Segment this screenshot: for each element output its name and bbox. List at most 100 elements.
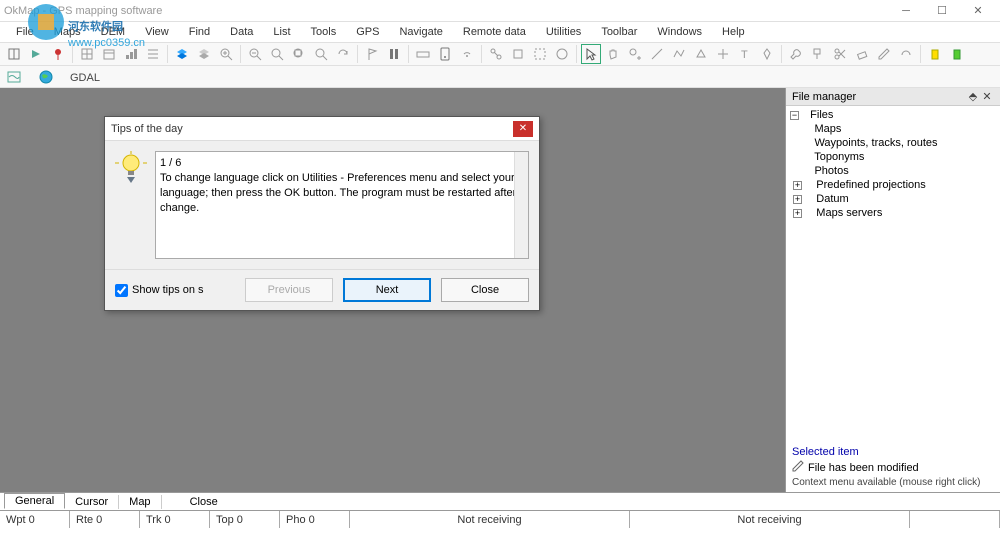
maximize-button[interactable]: ☐ bbox=[924, 1, 960, 21]
point-add-icon[interactable] bbox=[625, 44, 645, 64]
redo-icon[interactable] bbox=[896, 44, 916, 64]
zoom-out-icon[interactable] bbox=[245, 44, 265, 64]
menu-utilities[interactable]: Utilities bbox=[536, 24, 591, 40]
circle-icon[interactable] bbox=[552, 44, 572, 64]
show-tips-checkbox[interactable]: Show tips on s bbox=[115, 284, 204, 297]
gdal-icon[interactable]: GDAL bbox=[68, 68, 88, 86]
menu-gps[interactable]: GPS bbox=[346, 24, 389, 40]
box-icon[interactable] bbox=[508, 44, 528, 64]
menu-data[interactable]: Data bbox=[220, 24, 263, 40]
shape-icon[interactable] bbox=[691, 44, 711, 64]
menu-bar: File Maps DEM View Find Data List Tools … bbox=[0, 22, 1000, 42]
status-trk: Trk 0 bbox=[140, 511, 210, 528]
scrollbar[interactable] bbox=[514, 152, 528, 258]
status-empty bbox=[910, 511, 1000, 528]
file-manager-panel: File manager ⬘ ✕ − Files Maps Waypoints,… bbox=[785, 88, 1000, 492]
status-top: Top 0 bbox=[210, 511, 280, 528]
menu-file[interactable]: File bbox=[6, 24, 44, 40]
signal-icon[interactable] bbox=[457, 44, 477, 64]
status-receive-2: Not receiving bbox=[630, 511, 910, 528]
zoom-in-icon[interactable] bbox=[216, 44, 236, 64]
menu-list[interactable]: List bbox=[263, 24, 300, 40]
ruler-icon[interactable] bbox=[413, 44, 433, 64]
text-icon[interactable]: T bbox=[735, 44, 755, 64]
window-title: OkMap - GPS mapping software bbox=[4, 5, 888, 17]
pencil-icon[interactable] bbox=[874, 44, 894, 64]
tips-dialog: Tips of the day ✕ 1 / 6 To change langua… bbox=[104, 116, 540, 311]
next-button[interactable]: Next bbox=[343, 278, 431, 302]
file-tree[interactable]: − Files Maps Waypoints, tracks, routes T… bbox=[786, 106, 1000, 442]
refresh-icon[interactable] bbox=[333, 44, 353, 64]
line-icon[interactable] bbox=[647, 44, 667, 64]
cursor-icon[interactable] bbox=[581, 44, 601, 64]
dialog-close-icon[interactable]: ✕ bbox=[513, 121, 533, 137]
selected-file-line: File has been modified bbox=[792, 460, 994, 475]
tip-text-area: 1 / 6 To change language click on Utilit… bbox=[155, 151, 529, 259]
globe-icon[interactable] bbox=[36, 68, 56, 86]
calendar-icon[interactable] bbox=[99, 44, 119, 64]
previous-button: Previous bbox=[245, 278, 333, 302]
menu-help[interactable]: Help bbox=[712, 24, 755, 40]
selected-item-header: Selected item bbox=[792, 446, 994, 458]
menu-remote-data[interactable]: Remote data bbox=[453, 24, 536, 40]
panel-title: File manager bbox=[792, 91, 966, 103]
menu-find[interactable]: Find bbox=[179, 24, 220, 40]
toolbar-primary: T bbox=[0, 42, 1000, 66]
tab-close[interactable]: Close bbox=[180, 495, 228, 509]
context-hint: Context menu available (mouse right clic… bbox=[792, 477, 994, 488]
lightbulb-icon bbox=[115, 151, 147, 183]
menu-navigate[interactable]: Navigate bbox=[389, 24, 452, 40]
battery-green-icon[interactable] bbox=[947, 44, 967, 64]
menu-toolbar[interactable]: Toolbar bbox=[591, 24, 647, 40]
pin-icon[interactable]: ⬘ bbox=[966, 90, 980, 103]
tool-icon[interactable] bbox=[4, 44, 24, 64]
minimize-button[interactable]: ─ bbox=[888, 1, 924, 21]
scissors-icon[interactable] bbox=[830, 44, 850, 64]
move-icon[interactable] bbox=[713, 44, 733, 64]
eraser-icon[interactable] bbox=[852, 44, 872, 64]
marker-icon[interactable] bbox=[757, 44, 777, 64]
window-close-button[interactable]: ✕ bbox=[960, 1, 996, 21]
grid-icon[interactable] bbox=[77, 44, 97, 64]
svg-text:T: T bbox=[741, 49, 748, 61]
zoom-region-icon[interactable] bbox=[267, 44, 287, 64]
tab-map[interactable]: Map bbox=[119, 495, 161, 509]
columns-icon[interactable] bbox=[384, 44, 404, 64]
status-receive-1: Not receiving bbox=[350, 511, 630, 528]
hand-icon[interactable] bbox=[603, 44, 623, 64]
menu-view[interactable]: View bbox=[135, 24, 179, 40]
menu-tools[interactable]: Tools bbox=[301, 24, 347, 40]
battery-yellow-icon[interactable] bbox=[925, 44, 945, 64]
panel-close-icon[interactable]: ✕ bbox=[980, 90, 994, 103]
list-icon[interactable] bbox=[143, 44, 163, 64]
pin-icon[interactable] bbox=[48, 44, 68, 64]
menu-windows[interactable]: Windows bbox=[647, 24, 712, 40]
close-button[interactable]: Close bbox=[441, 278, 529, 302]
zoom-fit-icon[interactable] bbox=[289, 44, 309, 64]
device-icon[interactable] bbox=[435, 44, 455, 64]
map-canvas[interactable]: Tips of the day ✕ 1 / 6 To change langua… bbox=[0, 88, 785, 492]
bottom-tabs: General Cursor Map Close bbox=[0, 492, 1000, 510]
menu-maps[interactable]: Maps bbox=[44, 24, 91, 40]
wrench-icon[interactable] bbox=[786, 44, 806, 64]
tab-cursor[interactable]: Cursor bbox=[65, 495, 119, 509]
zoom-search-icon[interactable] bbox=[311, 44, 331, 64]
status-pho: Pho 0 bbox=[280, 511, 350, 528]
dialog-title: Tips of the day bbox=[111, 123, 513, 135]
paint-icon[interactable] bbox=[808, 44, 828, 64]
select-icon[interactable] bbox=[530, 44, 550, 64]
chart-icon[interactable] bbox=[121, 44, 141, 64]
svg-text:GDAL: GDAL bbox=[70, 72, 100, 84]
connect-icon[interactable] bbox=[486, 44, 506, 64]
pencil-icon bbox=[792, 460, 804, 475]
menu-dem[interactable]: DEM bbox=[91, 24, 135, 40]
tab-general[interactable]: General bbox=[4, 493, 65, 509]
toolbar-secondary: GDAL bbox=[0, 66, 1000, 88]
status-wpt: Wpt 0 bbox=[0, 511, 70, 528]
map-icon[interactable] bbox=[4, 68, 24, 86]
layers-grey-icon[interactable] bbox=[194, 44, 214, 64]
arrow-icon[interactable] bbox=[26, 44, 46, 64]
polyline-icon[interactable] bbox=[669, 44, 689, 64]
flag-icon[interactable] bbox=[362, 44, 382, 64]
layers-blue-icon[interactable] bbox=[172, 44, 192, 64]
